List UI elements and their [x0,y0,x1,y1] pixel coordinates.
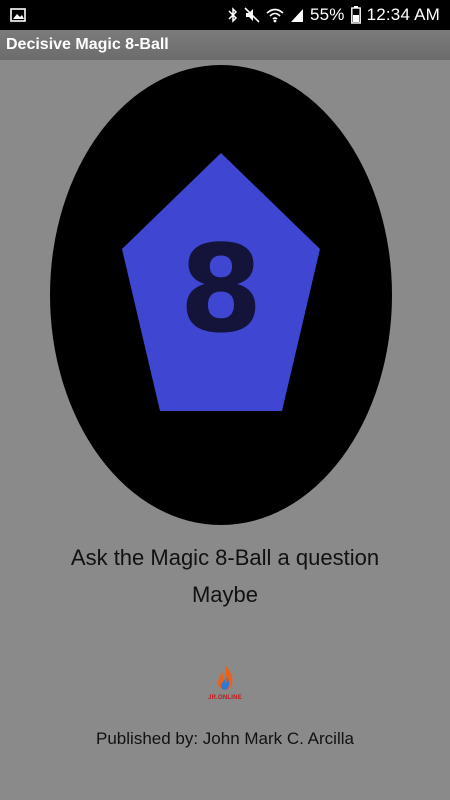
image-icon [10,8,26,22]
bluetooth-icon [228,7,238,23]
app-title-bar: Decisive Magic 8-Ball [0,30,450,60]
app-title: Decisive Magic 8-Ball [6,36,169,53]
signal-icon [290,7,304,23]
prompt-text: Ask the Magic 8-Ball a question [70,545,380,570]
battery-icon [350,6,361,24]
answer-text: Maybe [191,582,259,607]
battery-percentage: 55% [309,5,345,24]
logo-text: JR.ONLINE [208,695,242,701]
magic-8-ball[interactable]: 8 [50,65,392,525]
status-clock: 12:34 AM [366,5,440,24]
ball-number: 8 [179,221,263,360]
publisher-credit: Published by: John Mark C. Arcilla [96,729,354,748]
app-screen: 55% 12:34 AM Decisive Magic 8-Ball 8 Ask… [0,0,450,800]
flame-icon [217,664,233,690]
publisher-logo: JR.ONLINE [200,662,250,706]
status-bar: 55% 12:34 AM [0,0,450,30]
status-icons: 55% 12:34 AM [228,0,440,30]
mute-icon [244,7,260,23]
wifi-icon [266,7,284,23]
